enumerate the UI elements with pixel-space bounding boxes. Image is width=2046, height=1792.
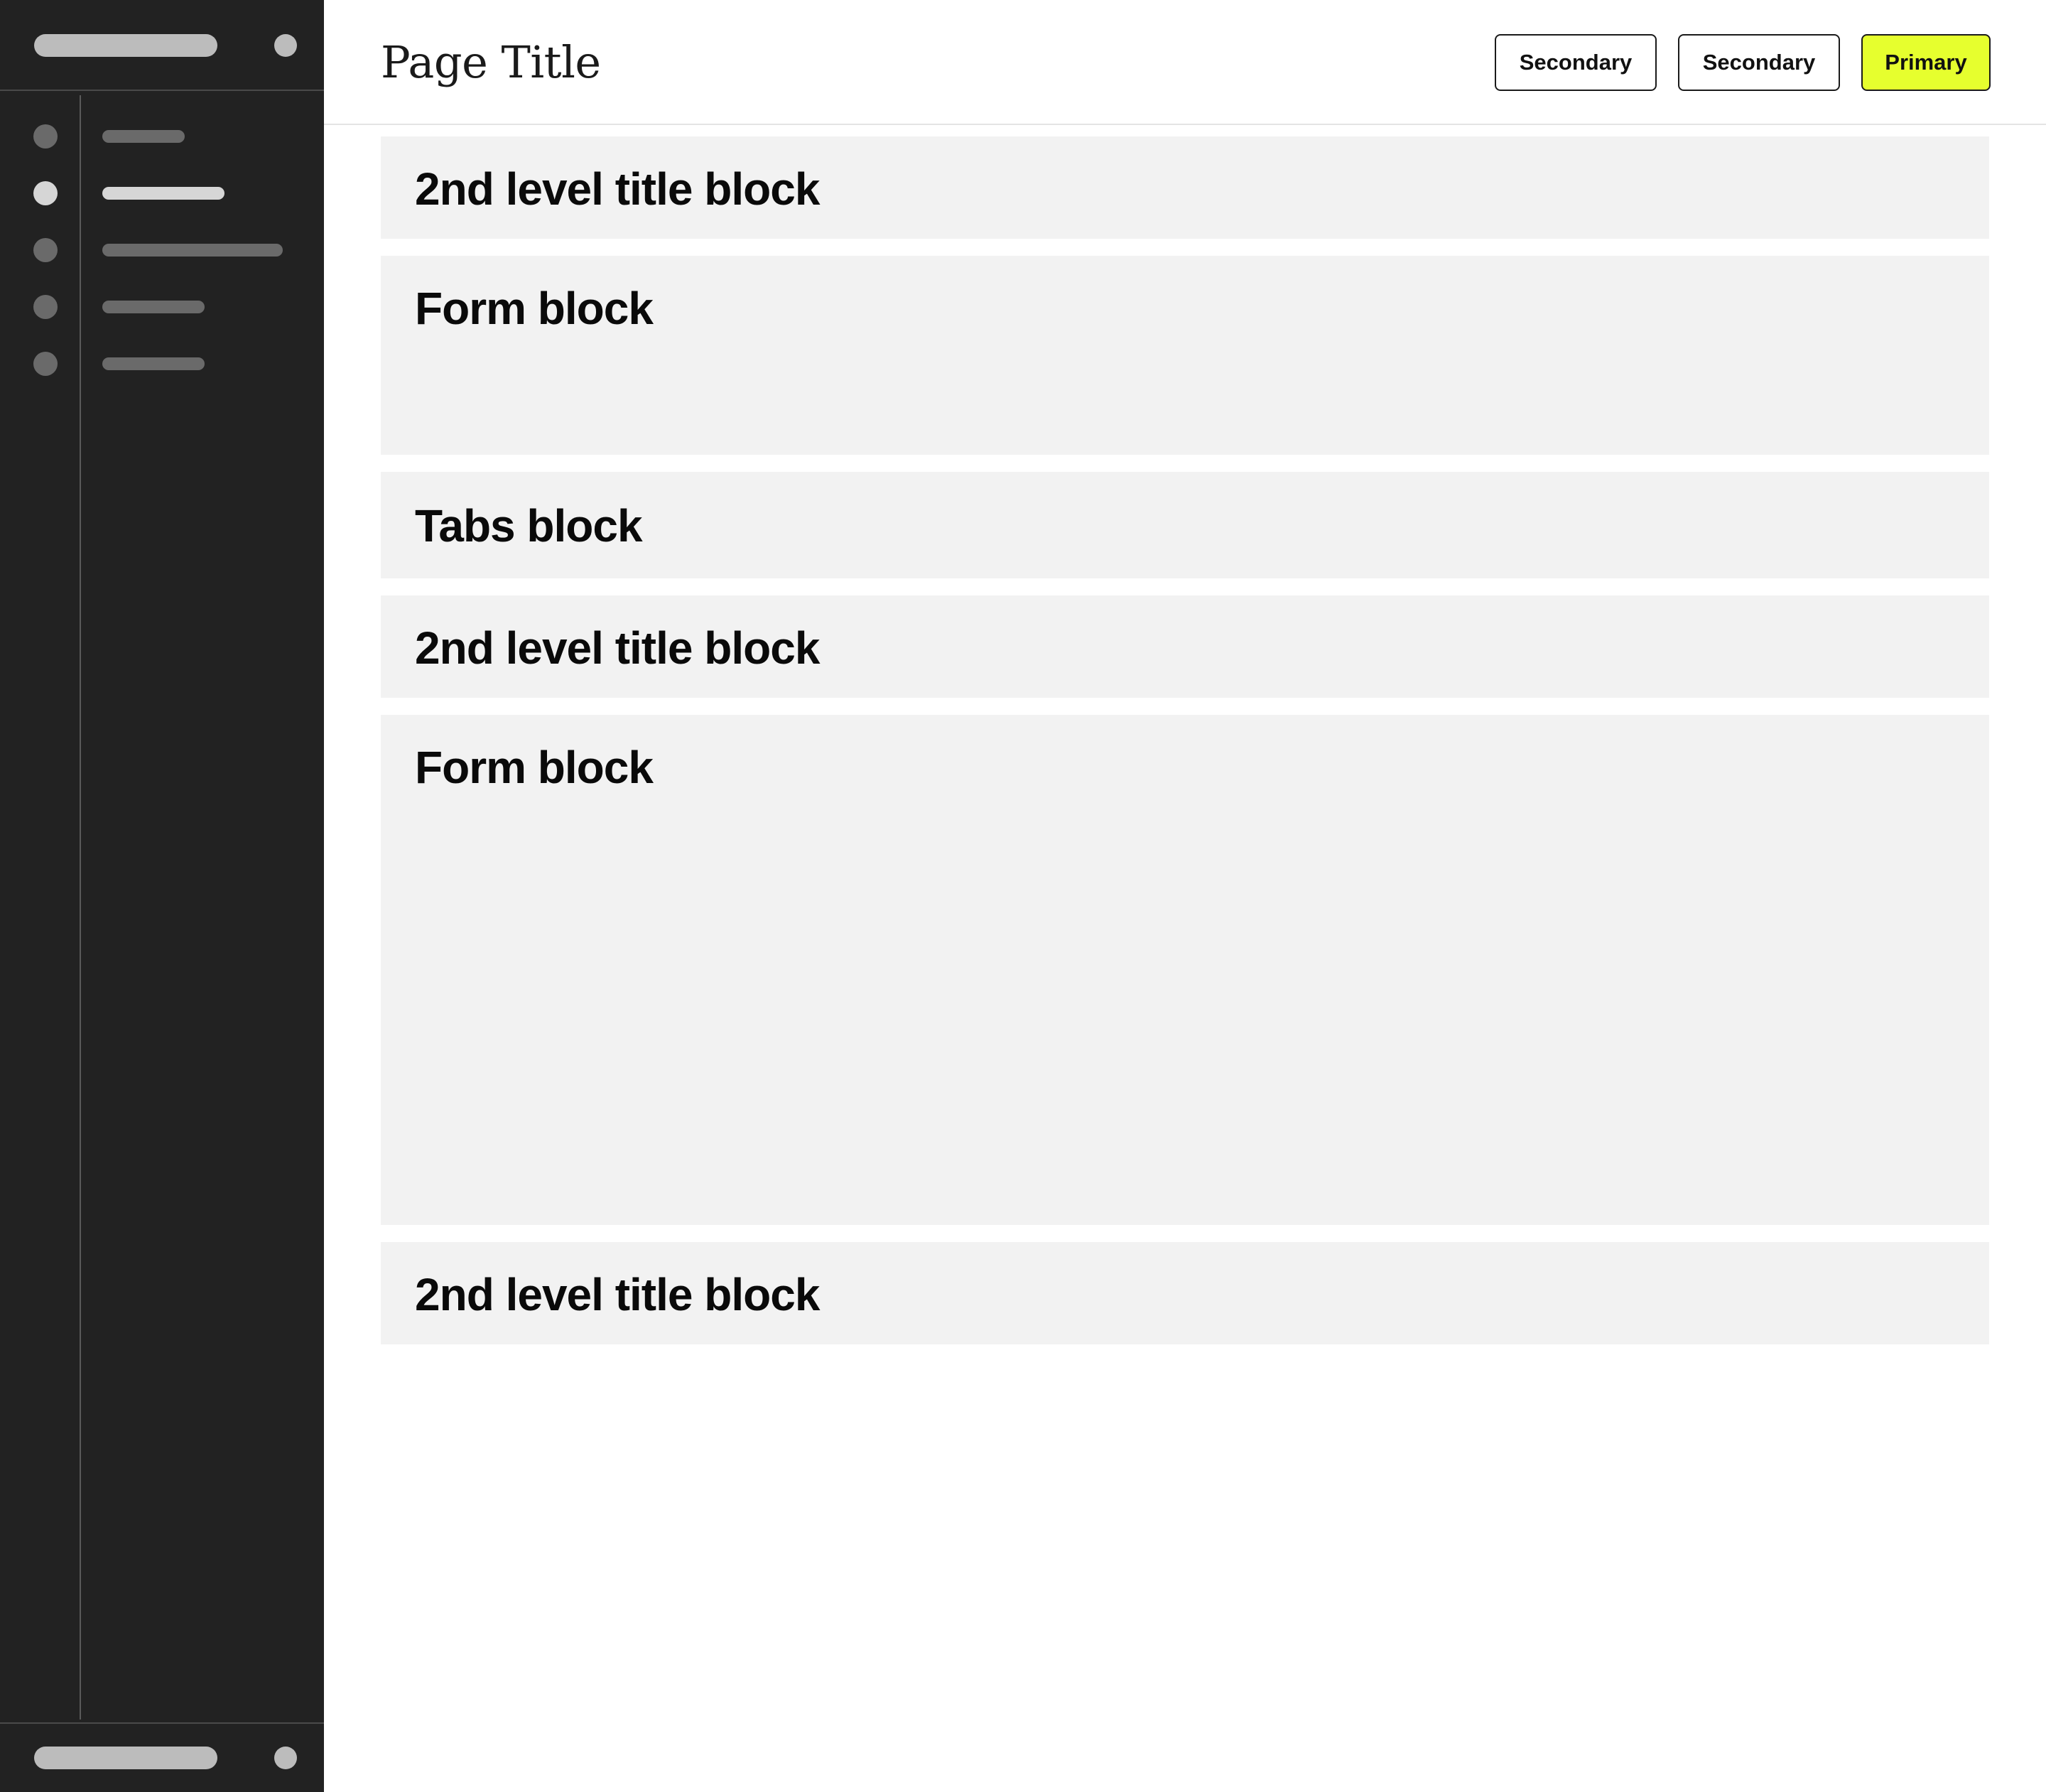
sidebar-item-label-placeholder — [102, 357, 205, 370]
sidebar-item-dot-icon — [33, 352, 58, 376]
block-title: 2nd level title block — [415, 622, 820, 674]
sidebar-footer — [0, 1722, 324, 1792]
sidebar-item-label-placeholder — [102, 187, 224, 200]
sidebar-item-dot-icon — [33, 181, 58, 205]
sidebar-item-2-active[interactable] — [0, 171, 324, 214]
block-title: Tabs block — [415, 500, 643, 551]
sidebar-header-dot-icon[interactable] — [274, 34, 297, 57]
secondary-button-2[interactable]: Secondary — [1678, 34, 1840, 91]
block-title: 2nd level title block — [415, 1269, 820, 1320]
second-level-title-block: 2nd level title block — [381, 136, 1989, 239]
secondary-button-1[interactable]: Secondary — [1495, 34, 1657, 91]
sidebar-item-1[interactable] — [0, 114, 324, 157]
sidebar-footer-dot-icon[interactable] — [274, 1747, 297, 1769]
sidebar — [0, 0, 324, 1792]
tabs-block: Tabs block — [381, 472, 1989, 578]
sidebar-item-dot-icon — [33, 238, 58, 262]
app-window: Page Title Secondary Secondary Primary 2… — [0, 0, 2046, 1792]
sidebar-rail — [80, 95, 81, 1720]
sidebar-item-label-placeholder — [102, 301, 205, 313]
second-level-title-block: 2nd level title block — [381, 1242, 1989, 1344]
form-block: Form block — [381, 715, 1989, 1225]
block-title: 2nd level title block — [415, 163, 820, 215]
sidebar-item-4[interactable] — [0, 285, 324, 328]
sidebar-item-dot-icon — [33, 124, 58, 149]
page-title: Page Title — [381, 36, 601, 88]
sidebar-item-3[interactable] — [0, 228, 324, 271]
sidebar-item-dot-icon — [33, 295, 58, 319]
sidebar-item-label-placeholder — [102, 130, 185, 143]
sidebar-logo-placeholder[interactable] — [34, 34, 217, 57]
block-title: Form block — [415, 742, 654, 793]
sidebar-item-label-placeholder — [102, 244, 283, 257]
second-level-title-block: 2nd level title block — [381, 595, 1989, 698]
form-block: Form block — [381, 256, 1989, 455]
sidebar-footer-user-placeholder[interactable] — [34, 1747, 217, 1769]
block-title: Form block — [415, 283, 654, 334]
page-header: Page Title Secondary Secondary Primary — [324, 0, 2046, 125]
primary-button[interactable]: Primary — [1861, 34, 1991, 91]
sidebar-header — [0, 0, 324, 91]
sidebar-item-5[interactable] — [0, 342, 324, 384]
